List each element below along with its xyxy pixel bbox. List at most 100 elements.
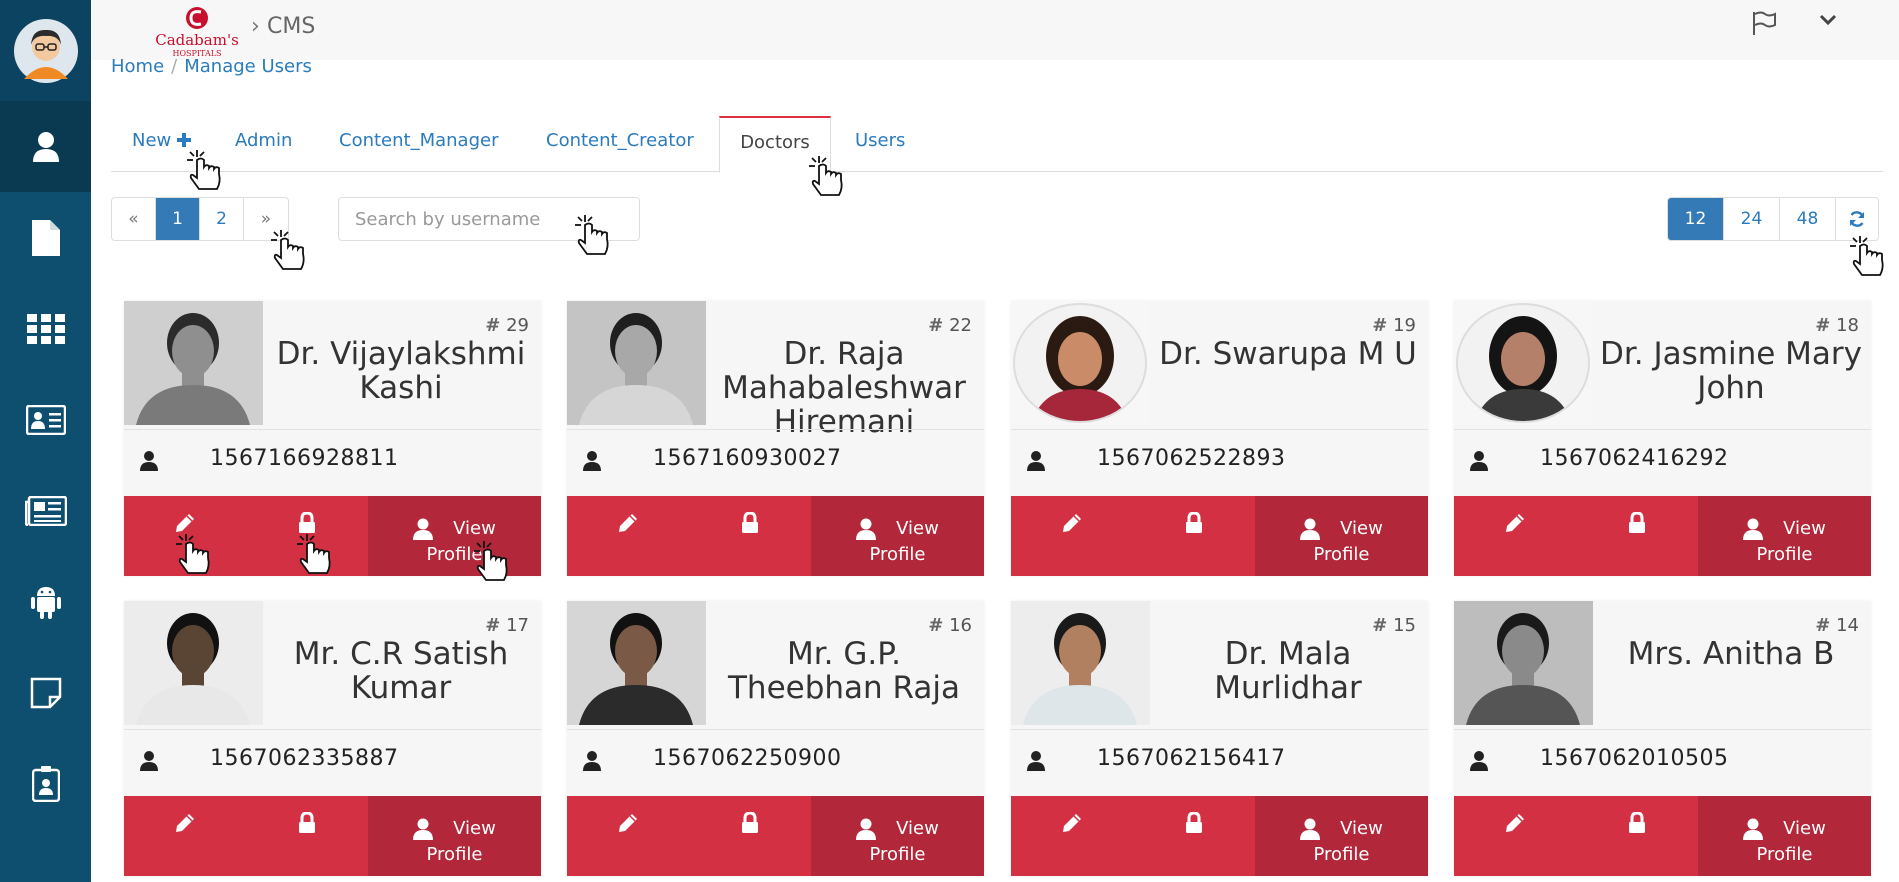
view-profile-button[interactable]: View Profile [1698,496,1871,576]
view-profile-button[interactable]: View Profile [1255,496,1428,576]
pagination: « 1 2 » [111,197,289,241]
user-id: # 16 [928,615,972,636]
sidebar-item-profiles[interactable] [0,374,91,465]
pagination-page-2[interactable]: 2 [200,198,244,240]
profile-label: Profile [1313,544,1370,565]
user-icon [1470,751,1488,775]
click-cursor-icon [271,230,305,270]
user-icon [856,818,877,840]
pencil-icon [1063,514,1081,532]
page-size-24[interactable]: 24 [1724,198,1780,240]
android-icon [30,586,61,619]
flag-button[interactable] [1751,10,1777,40]
user-name: Dr. Jasmine Mary John [1600,336,1862,406]
tab-users[interactable]: Users [855,116,905,172]
file-icon [31,219,60,256]
edit-button[interactable] [1011,496,1133,576]
doctor-photo [124,601,263,725]
breadcrumb-separator-icon: › [251,14,260,39]
tab-admin-label: Admin [235,130,293,151]
lock-button[interactable] [689,796,811,876]
user-id-value: 22 [949,315,972,336]
click-cursor-icon [809,156,843,196]
tab-content-creator[interactable]: Content_Creator [546,116,694,172]
grid-icon [26,313,65,344]
pagination-page-1[interactable]: 1 [156,198,200,240]
user-icon [583,751,601,775]
user-icon [413,518,434,540]
edit-button[interactable] [567,796,689,876]
lock-button[interactable] [1133,496,1255,576]
sidebar-item-notes[interactable] [0,647,91,738]
avatar-icon [13,18,78,83]
pencil-icon [1506,814,1524,832]
pencil-icon [619,814,637,832]
sidebar-item-badges[interactable] [0,738,91,829]
breadcrumb-current-link[interactable]: Manage Users [184,56,312,77]
doctor-photo [1454,601,1593,725]
page-size-48[interactable]: 48 [1780,198,1836,240]
profile-label: Profile [869,844,926,865]
user-name: Mr. G.P. Theebhan Raja [727,636,960,706]
sidebar-item-grid[interactable] [0,283,91,374]
lock-button[interactable] [1576,796,1698,876]
cadabams-logo[interactable]: Cadabam's HOSPITALS [155,4,239,58]
lock-icon [1186,512,1202,533]
user-id-value: 16 [949,615,972,636]
user-icon [1743,518,1764,540]
lock-button[interactable] [689,496,811,576]
edit-button[interactable] [1454,796,1576,876]
doctor-photo [124,301,263,425]
username-value: 1567166928811 [210,446,399,471]
lock-button[interactable] [1576,496,1698,576]
user-menu-dropdown[interactable] [1818,10,1838,34]
pagination-prev[interactable]: « [112,198,156,240]
user-card: # 22 Dr. Raja Mahabaleshwar Hiremani 156… [567,301,984,576]
user-id: # 14 [1815,615,1859,636]
doctor-photo [567,301,706,425]
user-id: # 29 [485,315,529,336]
view-label: View [896,518,939,539]
user-icon [583,451,601,475]
avatar[interactable] [0,0,91,101]
card-divider [1454,729,1871,730]
lock-button[interactable] [246,796,368,876]
tab-admin[interactable]: Admin [235,116,292,172]
edit-button[interactable] [1454,496,1576,576]
view-profile-button[interactable]: View Profile [811,796,984,876]
card-actions: View Profile [1011,796,1428,876]
hash-icon: # [928,615,944,636]
hash-icon: # [1372,315,1388,336]
view-profile-button[interactable]: View Profile [1698,796,1871,876]
username-value: 1567062522893 [1097,446,1286,471]
breadcrumb-home-link[interactable]: Home [111,56,164,77]
page-size-12[interactable]: 12 [1668,198,1724,240]
doctor-photo [567,601,706,725]
user-icon [32,131,59,162]
edit-button[interactable] [1011,796,1133,876]
tab-content-manager[interactable]: Content_Manager [339,116,499,172]
view-profile-button[interactable]: View Profile [368,796,541,876]
view-profile-button[interactable]: View Profile [811,496,984,576]
user-name: Dr. Raja Mahabaleshwar Hiremani [722,336,966,440]
pencil-icon [619,514,637,532]
user-id: # 18 [1815,315,1859,336]
edit-button[interactable] [567,496,689,576]
pencil-icon [1506,514,1524,532]
sidebar-item-android[interactable] [0,556,91,647]
user-id: # 17 [485,615,529,636]
user-id-value: 15 [1393,615,1416,636]
view-profile-button[interactable]: View Profile [1255,796,1428,876]
sidebar-item-users[interactable] [0,101,91,192]
sidebar-item-news[interactable] [0,465,91,556]
user-card: # 17 Mr. C.R Satish Kumar 1567062335887 … [124,601,541,876]
user-id-value: 29 [506,315,529,336]
sidebar-item-pages[interactable] [0,192,91,283]
user-icon [140,751,158,775]
logo-icon: Cadabam's HOSPITALS [155,7,239,58]
edit-button[interactable] [124,796,246,876]
click-cursor-icon [187,150,221,190]
lock-button[interactable] [1133,796,1255,876]
hash-icon: # [1815,315,1831,336]
sidebar [0,0,91,882]
